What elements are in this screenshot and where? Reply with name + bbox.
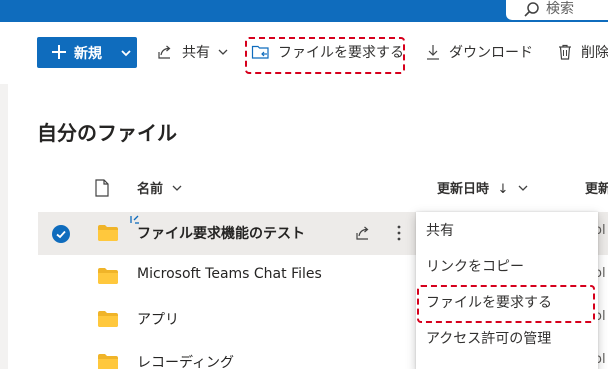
chevron-down-icon (121, 50, 131, 57)
file-name[interactable]: アプリ (137, 309, 179, 329)
column-modified-label: 更新日時 (437, 182, 490, 197)
delete-button[interactable]: 削除 (557, 40, 608, 64)
new-button-label: 新規 (74, 46, 102, 62)
delete-label: 削除 (581, 45, 608, 61)
file-name[interactable]: Microsoft Teams Chat Files (137, 266, 322, 282)
file-name[interactable]: ファイル要求機能のテスト (137, 223, 305, 243)
menu-item-manage-access[interactable]: アクセス許可の管理 (416, 321, 598, 357)
menu-item-copy-link[interactable]: リンクをコピー (416, 249, 598, 285)
document-icon (95, 179, 109, 197)
folder-icon (98, 354, 118, 369)
chevron-down-icon (518, 185, 528, 191)
search-placeholder: 検索 (546, 1, 574, 17)
chevron-down-icon (218, 49, 228, 55)
suite-bar: 検索 (0, 0, 608, 22)
new-button[interactable]: 新規 (37, 37, 137, 68)
download-icon (427, 45, 439, 60)
more-vertical-icon[interactable] (394, 224, 404, 242)
share-icon[interactable] (354, 224, 372, 242)
share-button-label: 共有 (182, 45, 210, 61)
search-icon (524, 2, 539, 17)
request-files-menu-highlight (417, 285, 595, 323)
menu-item-share[interactable]: 共有 (416, 213, 598, 249)
page-title: 自分のファイル (37, 121, 177, 145)
plus-icon (52, 45, 66, 59)
chevron-down-icon (172, 185, 182, 191)
trash-icon (559, 44, 571, 60)
folder-icon (98, 268, 118, 284)
download-label: ダウンロード (449, 45, 533, 61)
column-header-next[interactable]: 更新 (585, 178, 608, 197)
request-files-highlight (245, 37, 405, 74)
checkmark-icon[interactable] (52, 225, 70, 243)
left-rail (0, 84, 8, 369)
share-icon (158, 45, 171, 59)
share-button[interactable]: 共有 (156, 40, 232, 64)
file-name[interactable]: レコーディング (137, 352, 234, 369)
column-header-name[interactable]: 名前 (137, 178, 183, 197)
search-box[interactable]: 検索 (506, 0, 608, 20)
download-button[interactable]: ダウンロード (425, 40, 533, 64)
sort-arrow: ↓ (497, 182, 509, 197)
folder-icon (98, 311, 118, 327)
folder-icon (98, 225, 118, 241)
column-name-label: 名前 (137, 182, 164, 197)
column-header-modified[interactable]: 更新日時 ↓ (437, 178, 529, 197)
new-item-sparkle-icon (130, 215, 139, 224)
